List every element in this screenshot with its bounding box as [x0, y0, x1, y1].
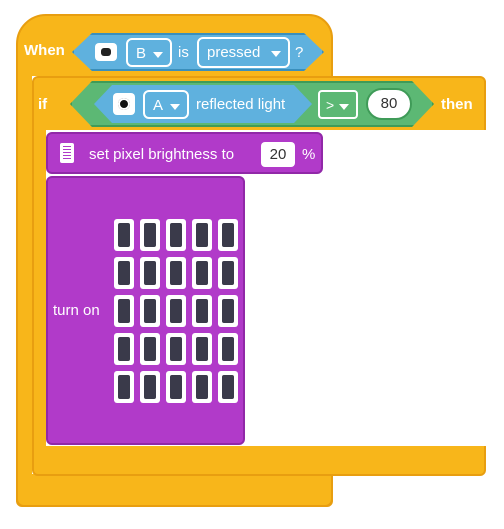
chevron-down-icon — [339, 104, 349, 110]
matrix-pixel[interactable] — [166, 333, 186, 365]
set-pixel-brightness-label: set pixel brightness to — [89, 146, 235, 163]
chevron-down-icon — [153, 52, 163, 58]
button-state-value: pressed — [207, 44, 261, 61]
operator-value: > — [326, 97, 335, 113]
compare-value-input[interactable]: 80 — [366, 88, 412, 120]
matrix-pixel[interactable] — [166, 219, 186, 251]
sensor-port-dropdown[interactable]: A — [143, 90, 189, 119]
matrix-pixel[interactable] — [192, 257, 212, 289]
matrix-pixel[interactable] — [218, 333, 238, 365]
matrix-pixel[interactable] — [114, 295, 134, 327]
matrix-pixel[interactable] — [192, 219, 212, 251]
color-sensor-icon — [113, 93, 135, 115]
chevron-down-icon — [170, 104, 180, 110]
if-label: if — [38, 96, 48, 113]
brightness-input[interactable]: 20 — [261, 142, 295, 167]
matrix-pixel[interactable] — [140, 257, 160, 289]
when-label: When — [24, 42, 65, 59]
hub-button-icon — [95, 43, 117, 61]
matrix-pixel[interactable] — [192, 333, 212, 365]
matrix-pixel[interactable] — [140, 333, 160, 365]
matrix-pixel[interactable] — [140, 371, 160, 403]
turn-on-label: turn on — [53, 302, 100, 319]
matrix-pixel[interactable] — [114, 333, 134, 365]
percent-label: % — [302, 146, 316, 163]
sensor-port-value: A — [153, 97, 164, 114]
matrix-pixel[interactable] — [218, 371, 238, 403]
matrix-pixel[interactable] — [114, 257, 134, 289]
reflected-light-label: reflected light — [196, 96, 286, 113]
matrix-pixel[interactable] — [166, 295, 186, 327]
chevron-down-icon — [271, 51, 281, 57]
when-event-block-footer[interactable] — [16, 474, 333, 507]
question-mark-label: ? — [295, 44, 304, 61]
light-matrix-icon — [60, 143, 74, 163]
matrix-pixel[interactable] — [192, 295, 212, 327]
matrix-pixel[interactable] — [218, 219, 238, 251]
matrix-pixel[interactable] — [166, 257, 186, 289]
operator-dropdown[interactable]: > — [318, 90, 358, 119]
matrix-pixel[interactable] — [140, 219, 160, 251]
matrix-pixel[interactable] — [114, 371, 134, 403]
is-label: is — [178, 44, 189, 61]
pixel-matrix-grid[interactable] — [114, 219, 238, 403]
matrix-pixel[interactable] — [140, 295, 160, 327]
button-port-dropdown[interactable]: B — [126, 38, 172, 67]
matrix-pixel[interactable] — [166, 371, 186, 403]
button-port-value: B — [136, 45, 147, 62]
matrix-pixel[interactable] — [218, 295, 238, 327]
matrix-pixel[interactable] — [192, 371, 212, 403]
matrix-pixel[interactable] — [218, 257, 238, 289]
then-label: then — [441, 96, 473, 113]
button-state-dropdown[interactable]: pressed — [197, 37, 290, 68]
matrix-pixel[interactable] — [114, 219, 134, 251]
